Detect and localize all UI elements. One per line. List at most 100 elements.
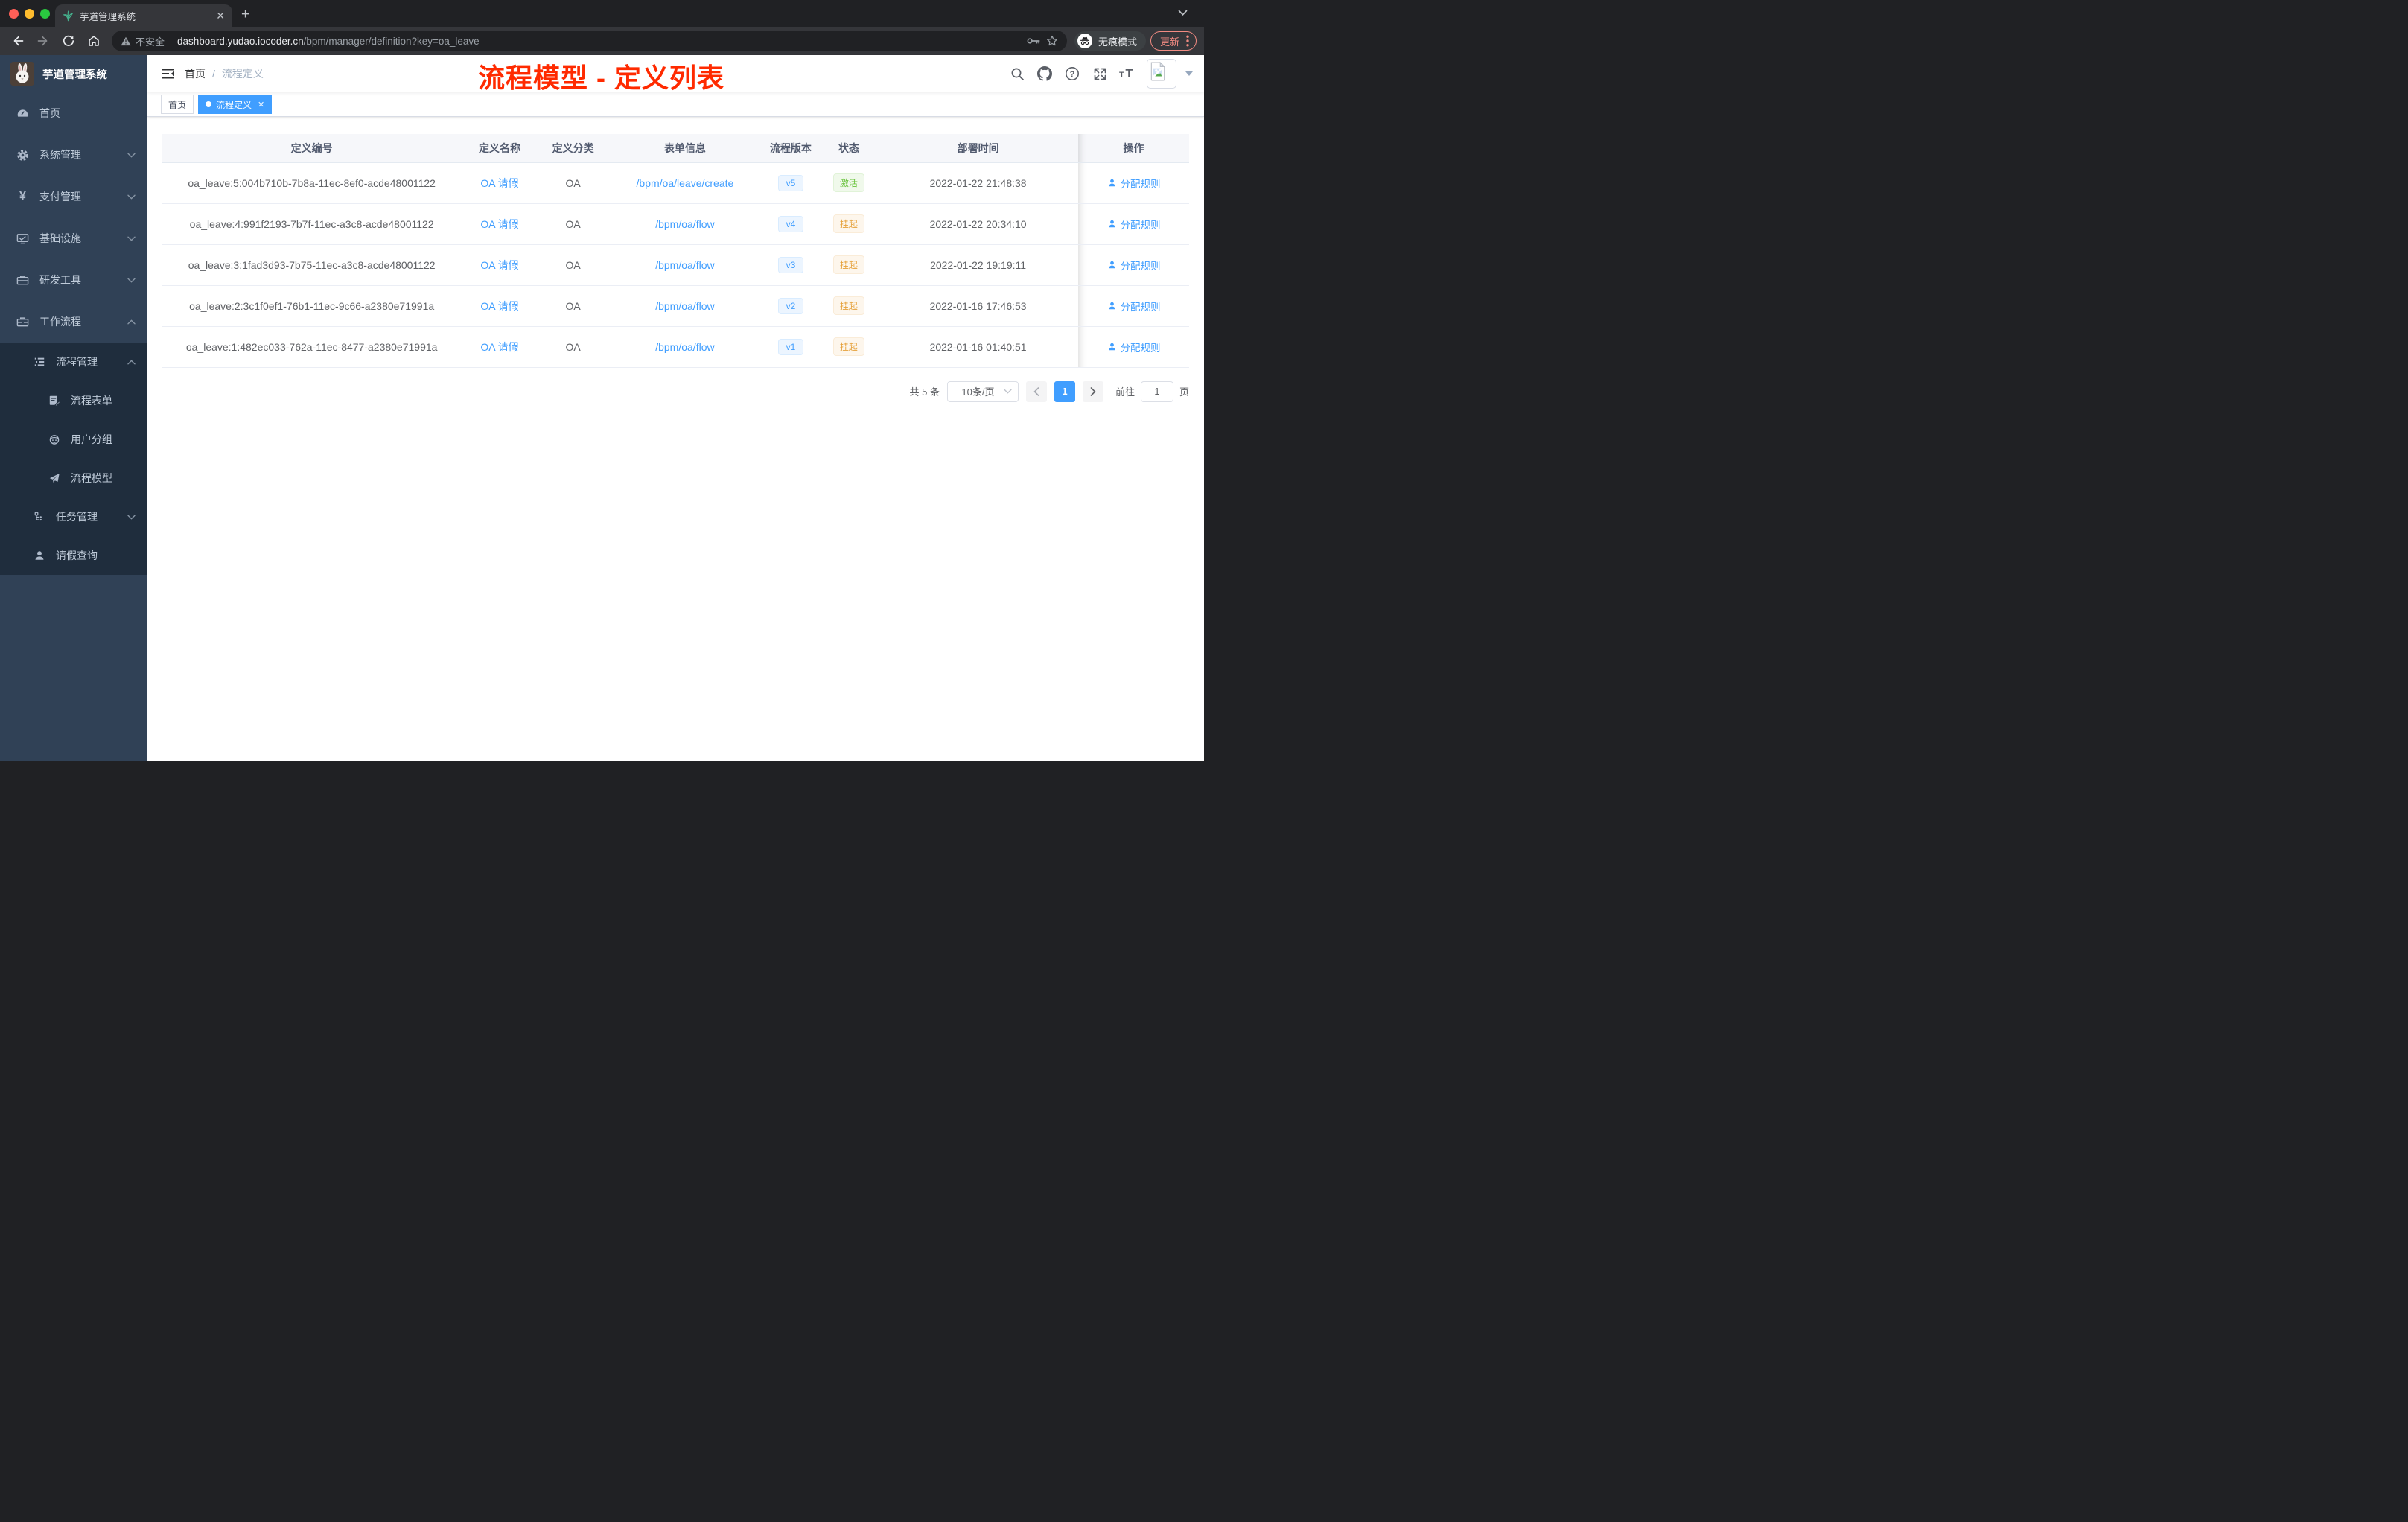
assign-rule-link[interactable]: 分配规则 — [1107, 258, 1161, 273]
paper-plane-icon — [48, 472, 60, 484]
browser-tab[interactable]: 芋道管理系统 ✕ — [55, 4, 232, 27]
address-bar[interactable]: 不安全 dashboard.yudao.iocoder.cn/bpm/manag… — [112, 31, 1067, 51]
close-window-button[interactable] — [9, 9, 19, 19]
cell-category: OA — [538, 203, 608, 245]
version-badge: v3 — [777, 256, 804, 273]
page-size-select[interactable]: 10条/页 — [946, 380, 1019, 402]
fullscreen-icon[interactable] — [1092, 66, 1108, 82]
sidebar-item-process-mgmt[interactable]: 流程管理 — [0, 343, 147, 381]
assign-rule-link[interactable]: 分配规则 — [1107, 176, 1161, 191]
user-avatar-broken-image[interactable] — [1147, 59, 1176, 89]
prev-page-button[interactable] — [1025, 380, 1047, 402]
definition-name-link[interactable]: OA 请假 — [480, 259, 518, 271]
col-deploy-time: 部署时间 — [878, 134, 1079, 163]
cell-definition-id: oa_leave:3:1fad3d93-7b75-11ec-a3c8-acde4… — [162, 244, 462, 286]
goto-label: 前往 — [1115, 386, 1135, 398]
current-page[interactable]: 1 — [1054, 380, 1075, 402]
svg-text:T: T — [1126, 68, 1133, 80]
browser-update-menu[interactable]: 更新 — [1150, 31, 1197, 51]
assign-rule-link[interactable]: 分配规则 — [1107, 217, 1161, 232]
home-icon[interactable] — [83, 31, 104, 51]
goto-page: 前往 页 — [1115, 380, 1189, 402]
table-row: oa_leave:1:482ec033-762a-11ec-8477-a2380… — [162, 326, 1189, 368]
org-tree-icon — [33, 511, 45, 523]
sidebar-item-infra[interactable]: 基础设施 — [0, 217, 147, 259]
sidebar-item-leave-query[interactable]: 请假查询 — [0, 536, 147, 575]
chevron-down-icon — [127, 515, 136, 520]
github-icon[interactable] — [1036, 66, 1053, 82]
caret-down-icon[interactable] — [1185, 71, 1194, 77]
definition-name-link[interactable]: OA 请假 — [480, 177, 518, 189]
goto-page-input[interactable] — [1140, 380, 1173, 402]
sidebar-item-devtools[interactable]: 研发工具 — [0, 259, 147, 301]
form-link[interactable]: /bpm/oa/flow — [655, 300, 714, 312]
navbar-actions: ? TT — [1009, 59, 1194, 89]
breadcrumb: 首页 / 流程定义 — [185, 66, 264, 81]
maximize-window-button[interactable] — [40, 9, 50, 19]
sidebar-item-process-form[interactable]: 流程表单 — [0, 381, 147, 420]
chevron-down-icon — [127, 278, 136, 283]
security-warning[interactable]: 不安全 — [121, 34, 165, 48]
cell-category: OA — [538, 162, 608, 204]
form-link[interactable]: /bpm/oa/flow — [655, 218, 714, 230]
sidebar-item-task-mgmt[interactable]: 任务管理 — [0, 497, 147, 536]
tag-process-definition[interactable]: 流程定义 ✕ — [198, 95, 273, 114]
sidebar-fold-icon[interactable] — [155, 61, 180, 86]
col-action: 操作 — [1078, 134, 1189, 163]
forward-icon[interactable] — [33, 31, 54, 51]
cell-definition-id: oa_leave:1:482ec033-762a-11ec-8477-a2380… — [162, 326, 462, 368]
browser-toolbar: 不安全 dashboard.yudao.iocoder.cn/bpm/manag… — [0, 27, 1204, 55]
cell-category: OA — [538, 285, 608, 327]
reload-icon[interactable] — [58, 31, 79, 51]
col-definition-id: 定义编号 — [162, 134, 462, 163]
next-page-button[interactable] — [1082, 380, 1103, 402]
definition-name-link[interactable]: OA 请假 — [480, 218, 518, 230]
sidebar-item-home[interactable]: 首页 — [0, 92, 147, 134]
sidebar-item-workflow[interactable]: 工作流程 — [0, 301, 147, 343]
sidebar-item-process-model[interactable]: 流程模型 — [0, 459, 147, 497]
assign-rule-link[interactable]: 分配规则 — [1107, 299, 1161, 313]
help-icon[interactable]: ? — [1064, 66, 1080, 82]
table-header-row: 定义编号 定义名称 定义分类 表单信息 流程版本 状态 部署时间 操作 — [162, 134, 1189, 163]
robot-face-icon — [48, 433, 60, 445]
pagination-total: 共 5 条 — [909, 386, 940, 398]
monitor-icon — [16, 232, 29, 245]
sidebar-item-pay[interactable]: ¥ 支付管理 — [0, 176, 147, 217]
url-text[interactable]: dashboard.yudao.iocoder.cn/bpm/manager/d… — [177, 36, 1021, 47]
definition-name-link[interactable]: OA 请假 — [480, 341, 518, 353]
tag-close-icon[interactable]: ✕ — [258, 100, 264, 109]
breadcrumb-home[interactable]: 首页 — [185, 66, 206, 81]
col-status: 状态 — [819, 134, 879, 163]
form-link[interactable]: /bpm/oa/leave/create — [637, 177, 734, 189]
tag-home[interactable]: 首页 — [161, 95, 194, 114]
form-link[interactable]: /bpm/oa/flow — [655, 341, 714, 353]
assign-rule-link[interactable]: 分配规则 — [1107, 340, 1161, 354]
search-icon[interactable] — [1009, 66, 1025, 82]
table-row: oa_leave:4:991f2193-7b7f-11ec-a3c8-acde4… — [162, 203, 1189, 245]
new-tab-button[interactable]: + — [241, 7, 249, 23]
browser-tabstrip: 芋道管理系统 ✕ + — [0, 0, 1204, 27]
form-link[interactable]: /bpm/oa/flow — [655, 259, 714, 271]
back-icon[interactable] — [7, 31, 28, 51]
breadcrumb-current: 流程定义 — [221, 68, 264, 80]
tab-search-chevron-icon[interactable] — [1178, 10, 1188, 16]
window-controls — [9, 9, 50, 19]
sidebar-item-user-group[interactable]: 用户分组 — [0, 420, 147, 459]
sidebar-item-system[interactable]: 系统管理 — [0, 134, 147, 176]
user-icon — [1108, 220, 1115, 228]
font-size-icon[interactable]: TT — [1119, 66, 1135, 82]
bookmark-star-icon[interactable] — [1046, 35, 1058, 47]
sidebar-logo[interactable]: 芋道管理系统 — [0, 55, 147, 92]
status-badge: 挂起 — [832, 337, 864, 356]
tab-close-icon[interactable]: ✕ — [216, 10, 225, 21]
warning-triangle-icon — [121, 36, 131, 45]
version-badge: v1 — [777, 338, 804, 355]
definition-name-link[interactable]: OA 请假 — [480, 300, 518, 312]
cell-deploy-time: 2022-01-16 01:40:51 — [878, 326, 1079, 368]
minimize-window-button[interactable] — [25, 9, 34, 19]
top-navbar: 首页 / 流程定义 ? TT — [147, 55, 1204, 92]
version-badge: v5 — [777, 174, 804, 191]
password-key-icon[interactable] — [1027, 36, 1040, 45]
col-process-version: 流程版本 — [762, 134, 820, 163]
dashboard-icon — [16, 107, 29, 120]
